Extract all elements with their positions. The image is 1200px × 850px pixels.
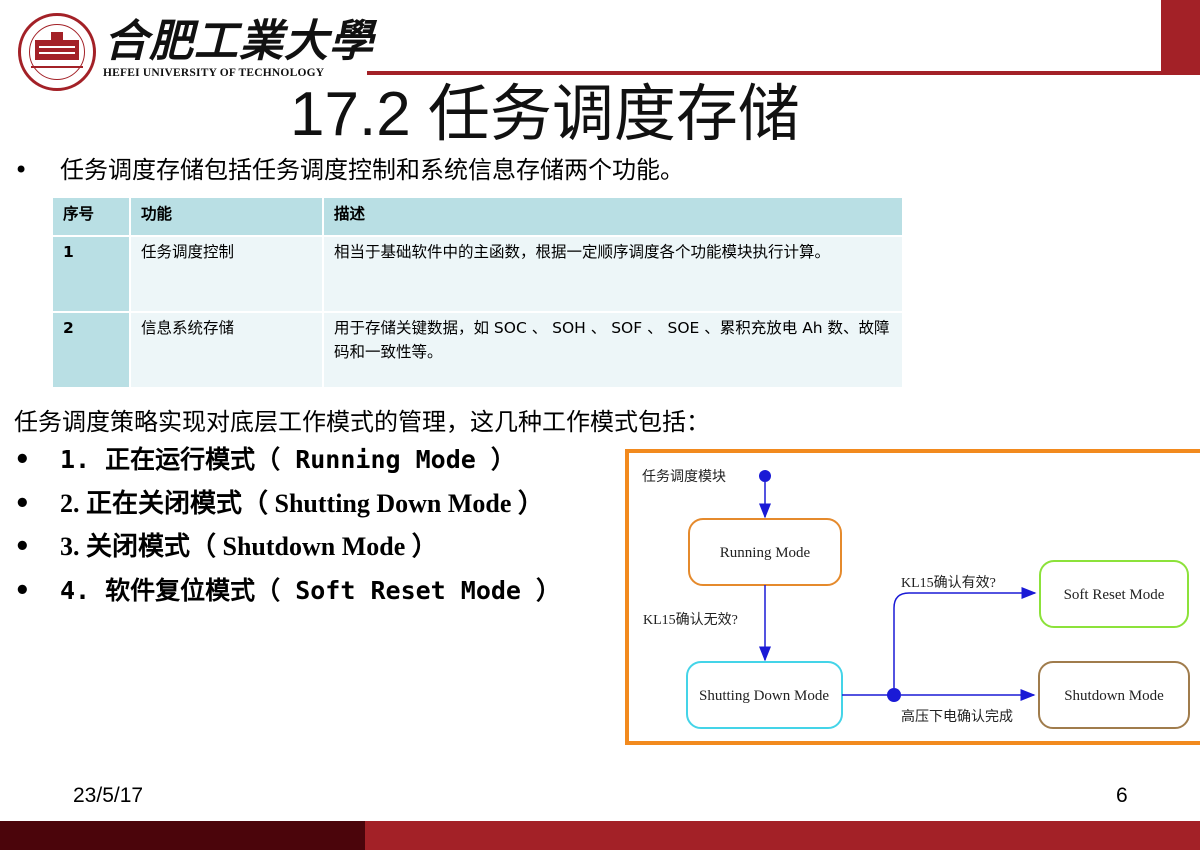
page-number: 6 [1116,784,1128,807]
footer-date: 23/5/17 [73,784,144,807]
mode-label: 1. 正在运行模式（ Running Mode ） [60,445,516,474]
table-cell-function: 任务调度控制 [130,236,324,313]
table-cell-description: 用于存储关键数据，如 SOC 、 SOH 、 SOF 、 SOE 、累积充放电 … [323,312,904,389]
slide-title: 17.2 任务调度存储 [290,80,800,149]
header-divider [367,71,1200,75]
mode-list: • 1. 正在运行模式（ Running Mode ） • 2. 正在关闭模式（ S… [14,442,561,616]
list-item: • 1. 正在运行模式（ Running Mode ） [14,442,561,486]
table-header-description: 描述 [323,198,904,237]
header-corner-block [1161,0,1200,74]
table-cell-function: 信息系统存储 [130,312,324,389]
table-cell-no: 1 [53,236,131,313]
list-item: • 2. 正在关闭模式（ Shutting Down Mode ） [14,486,561,530]
table-cell-description: 相当于基础软件中的主函数，根据一定顺序调度各个功能模块执行计算。 [323,236,904,313]
state-diagram-svg: 任务调度模块 Running Mode KL15确认无效? Shutting D… [642,469,1190,729]
bullet-dot: • [14,575,31,606]
junction-node [887,688,901,702]
table-header-row: 序号 功能 描述 [53,198,904,237]
arrow-to-soft-reset [893,587,1037,688]
bullet-dot: • [14,532,31,562]
table-header-no: 序号 [53,198,131,237]
bullet-dot: • [14,445,31,475]
university-logo-chinese: 合肥工業大學 [104,16,374,67]
mode-label: 3. 关闭模式（ Shutdown Mode ） [60,532,438,561]
table-row: 2 信息系统存储 用于存储关键数据，如 SOC 、 SOH 、 SOF 、 SO… [53,312,904,389]
list-item: • 4. 软件复位模式（ Soft Reset Mode ） [14,573,561,617]
function-table: 序号 功能 描述 1 任务调度控制 相当于基础软件中的主函数，根据一定顺序调度各… [53,198,904,389]
state-shutdown-label: Shutdown Mode [1064,688,1164,704]
list-item: • 3. 关闭模式（ Shutdown Mode ） [14,529,561,573]
table-cell-no: 2 [53,312,131,389]
modes-intro: 任务调度策略实现对底层工作模式的管理，这几种工作模式包括： [14,408,710,436]
seal-building-icon [35,32,79,60]
transition-kl15-invalid: KL15确认无效? [643,612,738,628]
start-label: 任务调度模块 [642,469,726,485]
state-diagram: 任务调度模块 Running Mode KL15确认无效? Shutting D… [625,449,1200,745]
bullet-dot: • [14,156,29,184]
footer-bar-red [365,821,1200,850]
university-seal-icon [18,13,96,91]
state-running-label: Running Mode [720,545,811,561]
mode-label: 2. 正在关闭模式（ Shutting Down Mode ） [60,488,544,518]
start-node [759,470,771,482]
seal-ring-text [31,66,83,68]
transition-kl15-valid: KL15确认有效? [901,575,996,591]
state-soft-reset-label: Soft Reset Mode [1064,587,1165,603]
state-shutting-down-label: Shutting Down Mode [699,688,829,704]
transition-hv-off-done: 高压下电确认完成 [901,708,1013,725]
table-header-function: 功能 [130,198,324,237]
table-row: 1 任务调度控制 相当于基础软件中的主函数，根据一定顺序调度各个功能模块执行计算… [53,236,904,313]
intro-bullet: • 任务调度存储包括任务调度控制和系统信息存储两个功能。 [14,154,684,186]
bullet-dot: • [14,488,31,519]
footer-bar-dark [0,821,365,850]
mode-label: 4. 软件复位模式（ Soft Reset Mode ） [60,575,562,605]
intro-text: 任务调度存储包括任务调度控制和系统信息存储两个功能。 [60,156,684,184]
